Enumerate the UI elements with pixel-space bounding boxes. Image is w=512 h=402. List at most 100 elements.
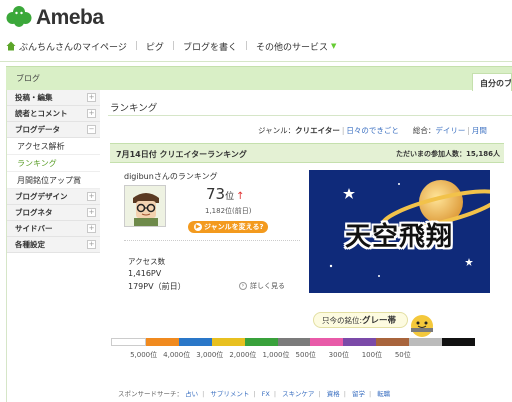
blog-banner-image: 天空飛翔: [309, 170, 490, 293]
expand-icon[interactable]: +: [87, 192, 96, 201]
overall-prefix: 総合：: [412, 126, 436, 135]
access-count-label: アクセス数: [128, 257, 166, 266]
sidebar-section-blog-design[interactable]: ブログデザイン +: [7, 189, 100, 205]
sponsor-link[interactable]: 留学: [352, 390, 365, 398]
divider: |: [253, 390, 256, 398]
previous-rank: 1,182位(前日): [205, 207, 252, 215]
chevron-down-icon[interactable]: ▼: [331, 42, 336, 50]
divider: |: [318, 390, 321, 398]
nav-pigg-link[interactable]: ピグ: [146, 40, 164, 53]
rank-belt-scale: [111, 338, 475, 346]
nav-divider: |: [171, 41, 175, 51]
collapse-icon[interactable]: −: [87, 125, 96, 134]
sidebar-item-access-analysis[interactable]: アクセス解析: [7, 138, 100, 155]
divider: |: [343, 390, 346, 398]
my-blog-tab[interactable]: 自分のブ: [472, 73, 512, 91]
rank-belt-segment: [442, 338, 475, 346]
genre-other-link[interactable]: 日々のできごと: [346, 126, 399, 135]
expand-icon[interactable]: +: [87, 224, 96, 233]
blog-header-band: ブログ 自分のブ: [6, 66, 512, 91]
sponsor-link[interactable]: 資格: [327, 390, 340, 398]
sidebar-section-readers-comments[interactable]: 読者とコメント +: [7, 106, 100, 122]
rank-belt-segment: [343, 338, 377, 346]
rank-belt-segment: [244, 338, 278, 346]
nav-other-services-link[interactable]: その他のサービス: [256, 40, 328, 53]
title-divider: [108, 115, 512, 116]
change-genre-label: ジャンルを変える?: [204, 223, 264, 231]
divider: |: [341, 126, 345, 135]
sidebar-section-label: ブログデザイン: [15, 192, 68, 201]
rank-belt-ticks: 5,000位 4,000位 3,000位 2,000位 1,000位 500位 300位 10…: [111, 350, 491, 360]
ameba-logo[interactable]: Ameba: [6, 4, 104, 32]
arrow-right-icon: ›: [239, 282, 247, 290]
sponsor-link[interactable]: サプリメント: [210, 390, 249, 398]
rank-belt-tick-label: 5,000位: [130, 351, 158, 359]
expand-icon[interactable]: +: [87, 109, 96, 118]
sidebar-section-blog-neta[interactable]: ブログネタ +: [7, 205, 100, 221]
divider: |: [369, 390, 372, 398]
genre-current: クリエイター: [295, 126, 340, 135]
rank-up-arrow-icon: ↑: [236, 191, 245, 202]
mascot-icon: [411, 315, 433, 337]
sponsored-search: スポンサードサーチ： 占い | サプリメント | FX | スキンケア | 資格 | 留学…: [118, 388, 390, 398]
nav-divider: |: [244, 41, 248, 51]
divider: |: [467, 126, 470, 135]
dotted-divider: [124, 240, 300, 241]
genre-prefix: ジャンル：: [258, 126, 296, 135]
divider: |: [273, 390, 277, 398]
rank-belt-tick-label: 500位: [295, 351, 316, 359]
sponsor-prefix: スポンサードサーチ：: [118, 390, 183, 398]
sidebar-section-blog-data[interactable]: ブログデータ −: [7, 122, 100, 138]
sidebar-section-label: ブログデータ: [15, 125, 60, 134]
current-rank-value: グレー帯: [362, 316, 397, 326]
sidebar-section-label: 各種設定: [15, 240, 45, 249]
genre-selector: ジャンル：クリエイター | 日々のできごと 総合：デイリー | 月間: [258, 125, 487, 136]
rank-belt-segment: [111, 338, 146, 346]
sponsor-link[interactable]: スキンケア: [282, 390, 314, 398]
nav-divider: |: [134, 41, 138, 51]
rank-belt-segment: [310, 338, 344, 346]
sponsor-link[interactable]: 転職: [377, 390, 390, 398]
expand-icon[interactable]: +: [87, 240, 96, 249]
banner-title: 天空飛翔: [344, 221, 453, 252]
nav-mypage-link[interactable]: ぶんちんさんのマイページ: [19, 40, 127, 53]
detail-link-label: 詳しく見る: [250, 282, 285, 290]
user-ranking-title: digibunさんのランキング: [124, 172, 218, 181]
sponsor-link[interactable]: 占い: [185, 390, 198, 398]
home-icon: [6, 41, 16, 51]
rank-belt-tick-label: 3,000位: [196, 351, 224, 359]
main-content: ランキング ジャンル：クリエイター | 日々のできごと 総合：デイリー | 月間 7月14…: [108, 90, 512, 402]
rank-belt-segment: [211, 338, 245, 346]
current-rank-belt: 只今の銘位: グレー帯: [313, 312, 408, 328]
overall-daily-link[interactable]: デイリー: [435, 126, 465, 135]
ameba-brand-text: Ameba: [36, 6, 104, 29]
rank-belt-segment: [145, 338, 179, 346]
blog-header-label: ブログ: [16, 74, 40, 83]
expand-icon[interactable]: +: [87, 208, 96, 217]
expand-icon[interactable]: +: [87, 93, 96, 102]
rank-belt-segment: [376, 338, 410, 346]
detail-link[interactable]: › 詳しく見る: [239, 281, 285, 291]
page-title: ランキング: [110, 103, 158, 114]
sidebar-section-label: サイドバー: [15, 224, 53, 233]
rank-belt-tick-label: 2,000位: [229, 351, 257, 359]
change-genre-button[interactable]: ▶ ジャンルを変える?: [188, 221, 268, 233]
ameba-clover-icon: [6, 6, 32, 27]
rank-suffix: 位: [225, 192, 235, 202]
sidebar-item-ranking[interactable]: ランキング: [7, 155, 100, 172]
rank-belt-segment: [409, 338, 443, 346]
sidebar-section-post-edit[interactable]: 投稿・編集 +: [7, 90, 100, 106]
sidebar-item-monthly-award[interactable]: 月間銘位アップ賞: [7, 172, 100, 189]
overall-monthly-link[interactable]: 月間: [472, 126, 487, 135]
sidebar-section-label: 投稿・編集: [15, 93, 53, 102]
sidebar-section-label: ブログネタ: [15, 208, 53, 217]
rank-belt-tick-label: 50位: [394, 351, 411, 359]
sidebar-section-settings[interactable]: 各種設定 +: [7, 237, 100, 253]
rank-belt-tick-label: 1,000位: [262, 351, 290, 359]
rank-belt-tick-label: 4,000位: [163, 351, 191, 359]
rank-belt-tick-label: 100位: [361, 351, 383, 359]
nav-write-blog-link[interactable]: ブログを書く: [183, 40, 237, 53]
sidebar-section-sidebar[interactable]: サイドバー +: [7, 221, 100, 237]
pv-previous-day: 179PV（前日）: [128, 282, 186, 291]
sponsor-link[interactable]: FX: [262, 390, 270, 398]
